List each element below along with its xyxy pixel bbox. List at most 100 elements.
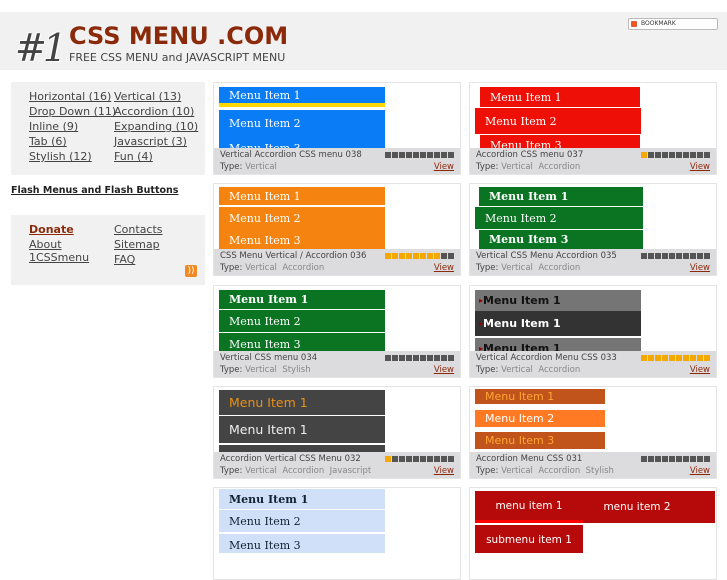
rating-square[interactable] [697,355,703,361]
menu-item[interactable]: Menu Item 1 [219,489,385,509]
rating-square[interactable] [683,355,689,361]
menu-item[interactable]: ▸ Menu Item 1 [475,338,641,351]
rating-square[interactable] [427,253,433,259]
menu-card[interactable]: Menu Item 1 Menu Item 2 Menu Item 3 Vertica… [213,82,461,175]
menu-item[interactable]: Menu Item 1 [219,187,385,205]
menu-card[interactable]: Menu Item 1 Menu Item 2 Menu Item 3 Accordi… [469,82,717,175]
rating-square[interactable] [655,355,661,361]
rating-square[interactable] [406,456,412,462]
contacts-link[interactable]: Contacts [114,223,163,236]
rating-square[interactable] [690,253,696,259]
menu-preview[interactable]: Menu Item 1 Menu Item 2 Menu Item 3 [470,83,716,148]
rating-square[interactable] [434,152,440,158]
rating-square[interactable] [648,152,654,158]
rating-square[interactable] [427,456,433,462]
menu-preview[interactable]: Menu Item 1 Menu Item 2 Menu Item 3 [214,286,460,351]
faq-link[interactable]: FAQ [114,253,135,266]
rating-square[interactable] [448,456,454,462]
menu-card[interactable]: ▸ Menu Item 1 ▸ Menu Item 1 ▸ Menu Item 1V… [469,285,717,378]
category-horizontal[interactable]: Horizontal (16) [29,90,111,103]
rating-square[interactable] [704,456,710,462]
menu-item[interactable]: Menu Item 1 [475,389,605,404]
bookmark-button[interactable]: BOOKMARK [628,18,718,30]
rating-square[interactable] [448,152,454,158]
rating-square[interactable] [669,456,675,462]
rating-square[interactable] [641,152,647,158]
menu-preview[interactable]: Menu Item 1 Menu Item 2 Menu Item 3 [470,387,716,452]
site-title[interactable]: CSS MENU .COM [69,22,288,50]
menu-item[interactable]: menu item 1 [475,491,583,523]
rating-bar[interactable] [385,456,454,462]
rating-square[interactable] [385,152,391,158]
rating-square[interactable] [704,253,710,259]
menu-item[interactable]: Menu Item 2 [219,110,385,136]
menu-item[interactable]: Menu Item 2 [475,108,641,134]
rating-square[interactable] [676,355,682,361]
menu-item[interactable]: ▸ Menu Item 1 [475,290,641,311]
category-inline[interactable]: Inline (9) [29,120,78,133]
menu-card[interactable]: Menu Item 1 Menu Item 2 Menu Item 3 Vertica… [469,183,717,276]
rating-square[interactable] [399,355,405,361]
rating-square[interactable] [385,355,391,361]
rating-bar[interactable] [385,152,454,158]
rating-square[interactable] [655,253,661,259]
rating-square[interactable] [690,152,696,158]
rating-square[interactable] [676,456,682,462]
rating-bar[interactable] [385,355,454,361]
rating-square[interactable] [399,253,405,259]
menu-item[interactable]: Menu Item 1 [479,187,643,206]
rating-square[interactable] [676,253,682,259]
donate-link[interactable]: Donate [29,223,74,236]
rating-square[interactable] [683,152,689,158]
rating-bar[interactable] [641,253,710,259]
category-javascript[interactable]: Javascript (3) [114,135,187,148]
rating-square[interactable] [441,355,447,361]
menu-item[interactable]: Menu Item 1 [219,390,385,415]
rating-square[interactable] [427,355,433,361]
menu-item[interactable]: Menu Item 3 [219,534,385,553]
rating-bar[interactable] [641,152,710,158]
menu-item[interactable]: Menu Item 3 [219,229,385,249]
rating-square[interactable] [683,253,689,259]
rating-square[interactable] [385,253,391,259]
rating-square[interactable] [413,456,419,462]
rating-square[interactable] [655,456,661,462]
rating-square[interactable] [427,152,433,158]
view-link[interactable]: View [690,365,710,375]
menu-item[interactable]: Menu Item 3 [480,135,640,148]
menu-item[interactable]: Menu Item 3 [219,333,385,351]
menu-preview[interactable]: Menu Item 1 Menu Item 1 [214,387,460,452]
rating-square[interactable] [641,355,647,361]
menu-card[interactable]: Menu Item 1 Menu Item 2 Menu Item 3 CSS Men… [213,183,461,276]
menu-preview[interactable]: Menu Item 1 Menu Item 2 Menu Item 3 [214,184,460,249]
rating-square[interactable] [448,355,454,361]
rating-square[interactable] [669,253,675,259]
menu-item[interactable]: Menu Item 1 [480,87,640,107]
rating-square[interactable] [669,355,675,361]
rating-square[interactable] [392,456,398,462]
rating-square[interactable] [676,152,682,158]
menu-item[interactable]: Menu Item 3 [219,135,385,148]
menu-item[interactable] [219,445,385,452]
rating-square[interactable] [385,456,391,462]
menu-item[interactable]: Menu Item 1 [219,290,385,309]
rating-square[interactable] [683,456,689,462]
category-fun[interactable]: Fun (4) [114,150,153,163]
rss-icon[interactable]: )) [185,265,197,277]
menu-card[interactable]: menu item 1 menu item 2 submenu item 1 [469,487,717,580]
rating-square[interactable] [704,355,710,361]
rating-square[interactable] [648,456,654,462]
menu-item[interactable]: Menu Item 1 [219,87,385,107]
category-vertical[interactable]: Vertical (13) [114,90,181,103]
menu-preview[interactable]: menu item 1 menu item 2 submenu item 1 [470,488,716,553]
menu-card[interactable]: Menu Item 1 Menu Item 2 Menu Item 3 Accordi… [469,386,717,479]
rating-square[interactable] [662,355,668,361]
menu-item[interactable]: Menu Item 2 [219,207,385,229]
category-accordion[interactable]: Accordion (10) [114,105,194,118]
rating-square[interactable] [690,355,696,361]
rating-square[interactable] [690,456,696,462]
rating-square[interactable] [704,152,710,158]
rating-square[interactable] [399,456,405,462]
rating-square[interactable] [448,253,454,259]
rating-square[interactable] [420,355,426,361]
